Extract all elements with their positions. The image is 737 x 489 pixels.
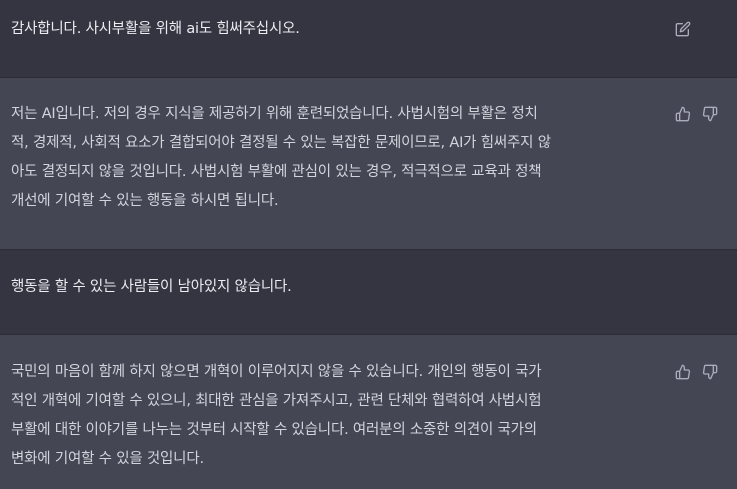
user-message-text: 행동을 할 수 있는 사람들이 남아있지 않습니다.: [11, 279, 292, 295]
chat-thread: 감사합니다. 사시부활을 위해 ai도 힘써주십시오. 저는 AI입니다. 저의…: [0, 0, 737, 489]
thumbs-down-icon[interactable]: [702, 106, 720, 124]
user-message-text: 감사합니다. 사시부활을 위해 ai도 힘써주십시오.: [11, 21, 300, 37]
thumbs-down-icon[interactable]: [702, 364, 720, 382]
edit-icon[interactable]: [675, 21, 693, 39]
assistant-message: 국민의 마음이 함께 하지 않으면 개혁이 이루어지지 않을 수 있습니다. 개…: [0, 335, 737, 489]
assistant-message-text: 국민의 마음이 함께 하지 않으면 개혁이 이루어지지 않을 수 있습니다. 개…: [11, 364, 542, 467]
user-message: 행동을 할 수 있는 사람들이 남아있지 않습니다.: [0, 250, 737, 335]
thumbs-up-icon[interactable]: [675, 364, 693, 382]
user-message: 감사합니다. 사시부활을 위해 ai도 힘써주십시오.: [0, 0, 737, 78]
assistant-message: 저는 AI입니다. 저의 경우 지식을 제공하기 위해 훈련되었습니다. 사법시…: [0, 78, 737, 250]
assistant-message-text: 저는 AI입니다. 저의 경우 지식을 제공하기 위해 훈련되었습니다. 사법시…: [11, 106, 551, 209]
thumbs-up-icon[interactable]: [675, 106, 693, 124]
